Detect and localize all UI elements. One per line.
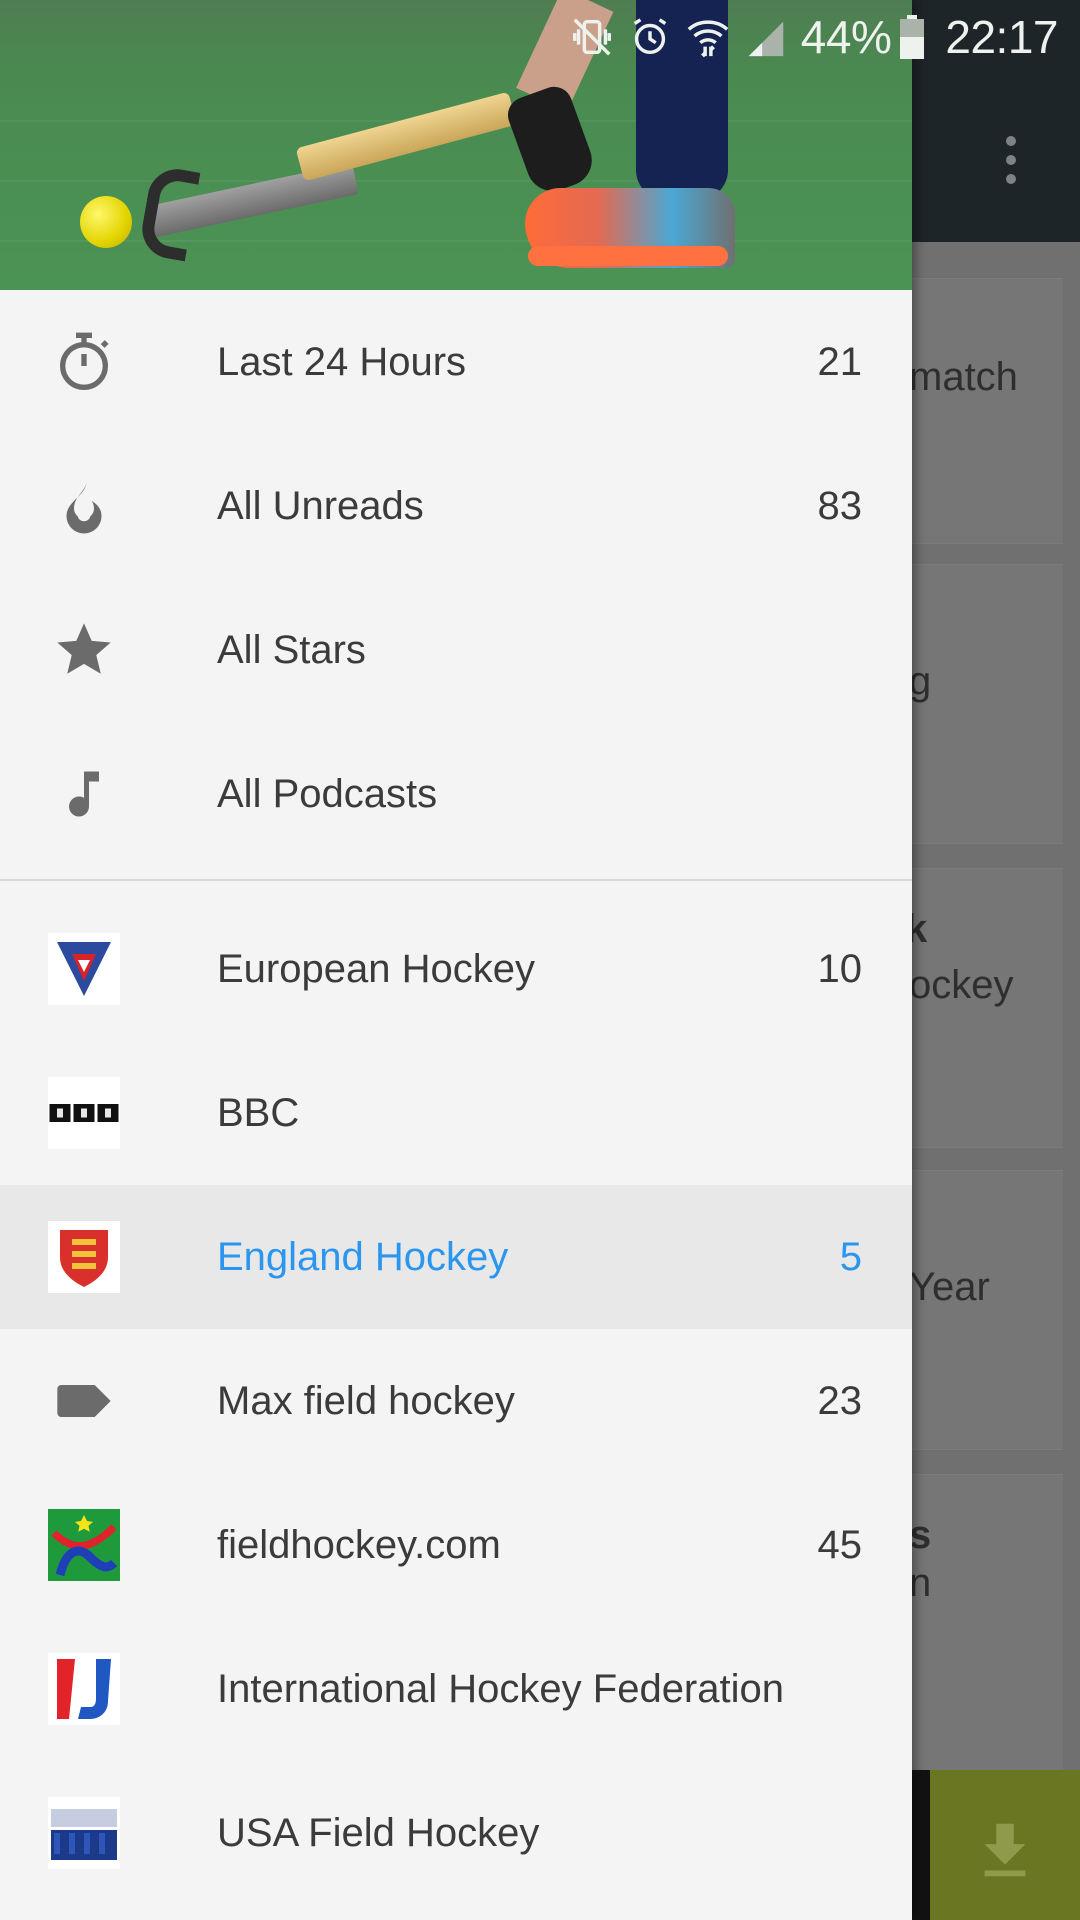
nav-item-fieldhockey-com[interactable]: fieldhockey.com 45 — [0, 1473, 912, 1617]
navigation-drawer: Last 24 Hours 21 All Unreads 83 All Star… — [0, 0, 912, 1920]
article-card[interactable]: g — [906, 564, 1063, 844]
article-card[interactable]: Year — [906, 1170, 1063, 1450]
nav-item-international-hockey-federation[interactable]: International Hockey Federation — [0, 1617, 912, 1761]
tag-icon — [48, 1365, 120, 1437]
drawer-divider — [0, 879, 912, 881]
unread-count: 83 — [817, 484, 863, 528]
nav-item-label: USA Field Hockey — [217, 1811, 540, 1855]
nav-item-label: fieldhockey.com — [217, 1523, 501, 1567]
england-hockey-shield-icon — [48, 1221, 120, 1293]
nav-item-all-stars[interactable]: All Stars — [0, 578, 912, 722]
article-card-text: ockey — [909, 963, 1014, 1007]
star-icon — [48, 614, 120, 686]
nav-item-european-hockey[interactable]: European Hockey 10 — [0, 897, 912, 1041]
nav-item-label: Max field hockey — [217, 1379, 515, 1423]
nav-item-england-hockey[interactable]: England Hockey 5 — [0, 1185, 912, 1329]
vibrate-mute-icon — [572, 18, 611, 56]
drawer-nav-list: Last 24 Hours 21 All Unreads 83 All Star… — [0, 290, 912, 1905]
unread-count: 45 — [817, 1523, 863, 1567]
nav-item-label: All Stars — [217, 628, 366, 672]
unread-count: 21 — [817, 340, 863, 384]
article-card-text: match — [909, 355, 1018, 399]
status-bar: 44% 22:17 — [0, 0, 1080, 74]
unread-count: 5 — [839, 1235, 862, 1279]
battery-percent: 44% — [800, 11, 892, 63]
nav-item-last-24-hours[interactable]: Last 24 Hours 21 — [0, 290, 912, 434]
download-icon — [984, 1823, 1026, 1877]
unread-count: 10 — [817, 947, 863, 991]
article-card[interactable]: k ockey — [906, 868, 1063, 1148]
article-card-text: Year — [909, 1265, 990, 1309]
nav-item-all-unreads[interactable]: All Unreads 83 — [0, 434, 912, 578]
nav-item-label: England Hockey — [217, 1235, 509, 1279]
nav-item-bbc[interactable]: BBC — [0, 1041, 912, 1185]
unread-count: 23 — [817, 1379, 863, 1423]
team-usa-logo-icon — [48, 1797, 120, 1869]
music-note-icon — [48, 758, 120, 830]
nav-item-label: European Hockey — [217, 947, 535, 991]
bbc-logo-icon — [48, 1077, 120, 1149]
nav-item-label: BBC — [217, 1091, 300, 1135]
article-card-text: n — [909, 1561, 932, 1605]
european-hockey-logo-icon — [48, 933, 120, 1005]
nav-item-label: International Hockey Federation — [217, 1667, 784, 1711]
battery-icon — [900, 15, 925, 59]
clock: 22:17 — [945, 11, 1058, 63]
signal-icon — [748, 21, 784, 57]
flame-icon — [48, 470, 120, 542]
nav-item-label: All Podcasts — [217, 772, 438, 816]
article-card[interactable]: s n — [906, 1474, 1063, 1772]
nav-item-label: Last 24 Hours — [217, 340, 467, 384]
article-card[interactable]: match — [906, 278, 1063, 544]
stopwatch-icon — [48, 326, 120, 398]
nav-item-usa-field-hockey[interactable]: USA Field Hockey — [0, 1761, 912, 1905]
wifi-icon — [687, 20, 729, 58]
bottom-bar — [912, 1770, 930, 1920]
alarm-icon — [633, 18, 667, 55]
nav-item-label: All Unreads — [217, 484, 424, 528]
fih-logo-icon — [48, 1653, 120, 1725]
nav-item-all-podcasts[interactable]: All Podcasts — [0, 722, 912, 866]
fieldhockey-logo-icon — [48, 1509, 120, 1581]
article-card-text: g — [909, 659, 932, 703]
nav-item-max-field-hockey[interactable]: Max field hockey 23 — [0, 1329, 912, 1473]
overflow-menu-icon[interactable] — [990, 130, 1030, 190]
article-card-text: s — [909, 1513, 932, 1557]
